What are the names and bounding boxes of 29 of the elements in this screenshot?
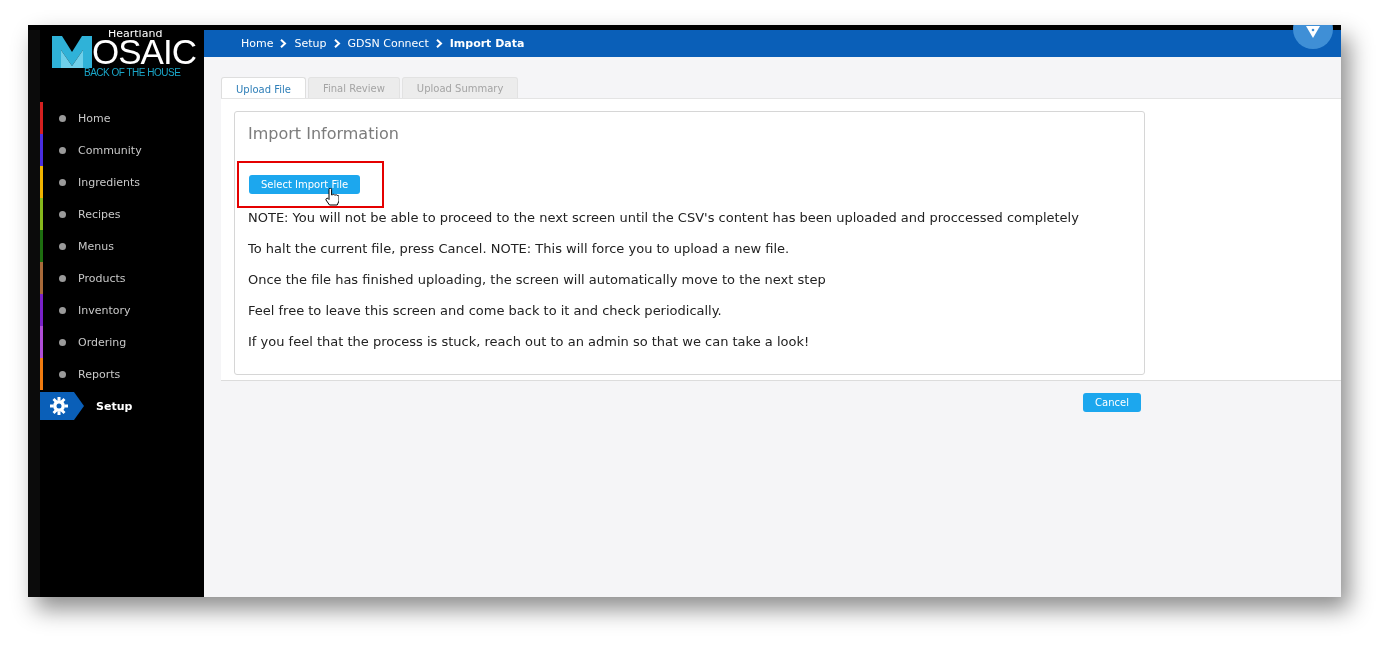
bullet-icon [59,306,66,314]
panel-title: Import Information [248,124,400,143]
breadcrumb-link[interactable]: GDSN Connect [347,37,429,50]
chevron-icon [280,39,288,48]
sidebar-item[interactable]: Setup [40,390,204,422]
breadcrumb-link[interactable]: Home [241,37,274,50]
bullet-icon [59,274,66,282]
logo-text: OSAIC [92,36,196,68]
gear-icon [40,392,84,420]
note-text: Once the file has finished uploading, the screen will automatically move to the next step [248,271,827,288]
bullet-icon [59,370,66,378]
hand-cursor-icon [325,188,339,206]
bullet-icon [59,338,66,346]
tab[interactable]: Upload File [221,77,306,100]
note-text: To halt the current file, press Cancel. NOTE: This will force you to upload a new file. [248,240,791,257]
note-text: Feel free to leave this screen and come back to it and check periodically. [248,302,723,319]
bullet-icon [59,114,66,122]
bullet-icon [59,146,66,154]
bullet-icon [59,242,66,250]
note-text: If you feel that the process is stuck, reach out to an admin so that we can take a look! [248,333,811,350]
breadcrumb-link[interactable]: Setup [294,37,327,50]
logo-icon [52,36,92,68]
bullet-icon [59,178,66,186]
note-text: NOTE: You will not be able to proceed to the next screen until the CSV's content has been uploaded and proccessed completely [248,209,1080,226]
chevron-icon [333,39,341,48]
logo-tagline: BACK OF THE HOUSE [84,67,181,78]
chevron-icon[interactable] [1293,25,1333,49]
chevron-icon [435,39,443,48]
bullet-icon [59,210,66,218]
